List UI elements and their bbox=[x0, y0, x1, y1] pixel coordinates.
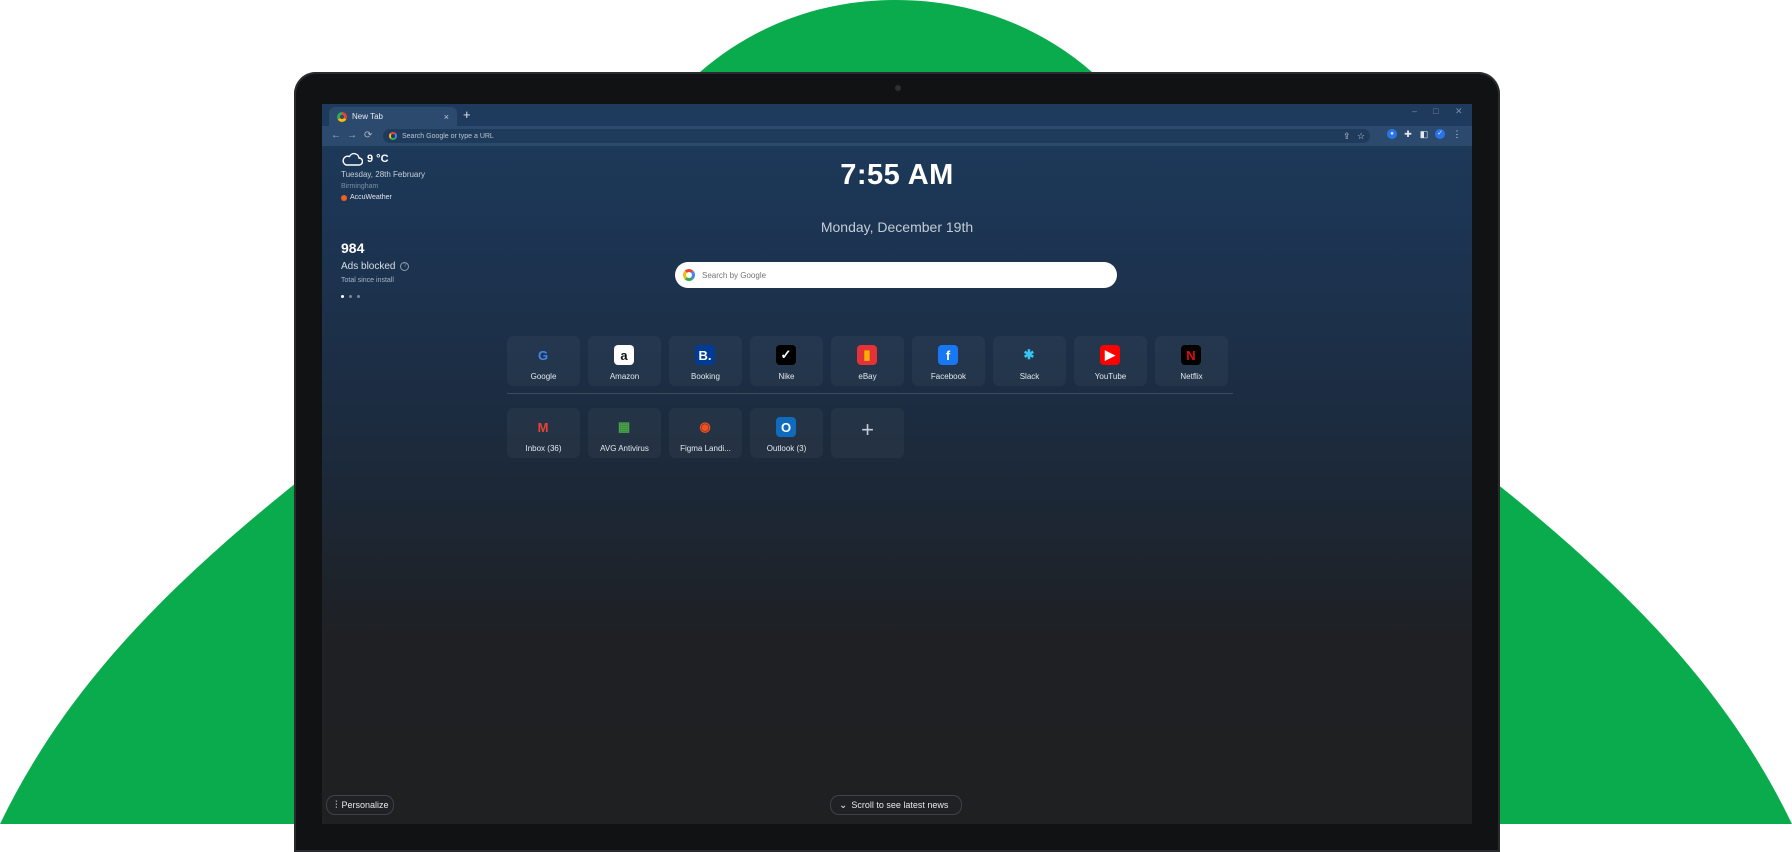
search-input[interactable] bbox=[700, 269, 1104, 281]
google-icon bbox=[683, 269, 695, 281]
carousel-dot[interactable] bbox=[357, 295, 360, 298]
scroll-news-label: Scroll to see latest news bbox=[851, 800, 949, 810]
nike-icon: ✓ bbox=[776, 345, 796, 365]
puzzle-icon[interactable]: ✚ bbox=[1403, 129, 1413, 139]
shortcut-tile-figma-landi[interactable]: ◉ Figma Landi... bbox=[669, 408, 742, 458]
tab-new-tab[interactable]: New Tab × bbox=[329, 107, 457, 126]
browser-screen: New Tab × + – □ ✕ ← → ⟳ Search Google or… bbox=[322, 104, 1472, 824]
slack-icon: ✱ bbox=[1023, 347, 1035, 362]
shortcut-label: Slack bbox=[1019, 372, 1040, 381]
chrome-icon bbox=[337, 111, 347, 122]
carousel-dot[interactable] bbox=[349, 295, 352, 298]
address-bar[interactable]: Search Google or type a URL ⇪ ☆ bbox=[383, 129, 1370, 143]
shortcut-tile-outlook-3[interactable]: O Outlook (3) bbox=[750, 408, 823, 458]
shortcut-label: eBay bbox=[858, 372, 877, 381]
carousel-dot[interactable] bbox=[341, 295, 344, 298]
shortcut-row-bottom: M Inbox (36) ▦ AVG Antivirus ◉ Figma Landi...… bbox=[507, 408, 1233, 458]
shortcut-label: Facebook bbox=[930, 372, 967, 381]
profile-icon[interactable]: ✓ bbox=[1435, 129, 1445, 139]
shield-icon[interactable]: ● bbox=[1387, 129, 1397, 139]
clock-date: Monday, December 19th bbox=[820, 219, 974, 235]
google-icon: G bbox=[537, 347, 549, 363]
clock-time: 7:55 AM bbox=[840, 159, 954, 191]
shortcut-tile-inbox-36[interactable]: M Inbox (36) bbox=[507, 408, 580, 458]
shortcut-tile-nike[interactable]: ✓ Nike bbox=[750, 336, 823, 386]
shortcut-tile-booking[interactable]: B. Booking bbox=[669, 336, 742, 386]
shortcut-divider bbox=[507, 393, 1233, 394]
shortcut-tile-avg-antivirus[interactable]: ▦ AVG Antivirus bbox=[588, 408, 661, 458]
tab-title: New Tab bbox=[352, 112, 383, 121]
google-icon bbox=[389, 132, 397, 140]
shortcut-label: YouTube bbox=[1094, 372, 1127, 381]
figma-landi-icon: ◉ bbox=[699, 419, 711, 434]
shortcut-label: Outlook (3) bbox=[766, 444, 807, 453]
forward-icon[interactable]: → bbox=[347, 128, 357, 144]
facebook-icon: f bbox=[938, 345, 958, 365]
add-shortcut-button[interactable]: + bbox=[831, 408, 904, 458]
shortcut-tile-ebay[interactable]: ▮ eBay bbox=[831, 336, 904, 386]
google-search-box[interactable] bbox=[675, 262, 1117, 288]
minimize-icon[interactable]: – bbox=[1412, 106, 1417, 116]
share-icon[interactable]: ⇪ bbox=[1343, 129, 1351, 143]
amazon-icon: a bbox=[614, 345, 634, 365]
sidepanel-icon[interactable]: ◧ bbox=[1419, 129, 1429, 139]
address-bar-placeholder: Search Google or type a URL bbox=[402, 132, 494, 140]
shortcut-tile-youtube[interactable]: ▶ YouTube bbox=[1074, 336, 1147, 386]
shortcut-tile-amazon[interactable]: a Amazon bbox=[588, 336, 661, 386]
outlook-3-icon: O bbox=[776, 417, 796, 437]
menu-icon[interactable]: ⋮ bbox=[1452, 129, 1462, 139]
shortcut-tile-facebook[interactable]: f Facebook bbox=[912, 336, 985, 386]
netflix-icon: N bbox=[1181, 345, 1201, 365]
shortcut-tile-slack[interactable]: ✱ Slack bbox=[993, 336, 1066, 386]
ads-blocked-text: Ads blocked bbox=[341, 261, 396, 272]
shortcut-tile-google[interactable]: G Google bbox=[507, 336, 580, 386]
accuweather-icon bbox=[341, 194, 347, 201]
ebay-icon: ▮ bbox=[857, 345, 877, 365]
new-tab-button[interactable]: + bbox=[463, 106, 471, 124]
personalize-label: Personalize bbox=[341, 800, 389, 810]
shortcut-label: AVG Antivirus bbox=[600, 444, 649, 453]
youtube-icon: ▶ bbox=[1100, 345, 1120, 365]
shortcut-grid: G Google a Amazon B. Booking ✓ Nike ▮ eBay f Facebo… bbox=[507, 336, 1233, 458]
weather-provider-label: AccuWeather bbox=[350, 194, 392, 201]
avg-antivirus-icon: ▦ bbox=[617, 419, 631, 434]
ads-blocked-label: Ads blocked? bbox=[341, 261, 410, 272]
shortcut-label: Amazon bbox=[609, 372, 640, 381]
shortcut-row-top: G Google a Amazon B. Booking ✓ Nike ▮ eBay f Facebo… bbox=[507, 336, 1233, 386]
ads-blocked-count: 984 bbox=[341, 240, 365, 256]
carousel-dots bbox=[341, 295, 409, 298]
shortcut-label: Nike bbox=[778, 372, 795, 381]
booking-icon: B. bbox=[695, 345, 715, 365]
help-icon[interactable]: ? bbox=[400, 262, 410, 271]
star-icon[interactable]: ☆ bbox=[1357, 129, 1365, 143]
ads-blocked-subtitle: Total since install bbox=[341, 277, 394, 284]
ads-blocked-widget: 984 Ads blocked? Total since install bbox=[341, 240, 410, 298]
shortcut-label: Inbox (36) bbox=[525, 444, 562, 453]
reload-icon[interactable]: ⟳ bbox=[364, 128, 372, 144]
chevron-down-icon: ⌄ bbox=[839, 799, 848, 811]
inbox-36-icon: M bbox=[537, 419, 549, 435]
sliders-icon: ⫶ bbox=[335, 799, 338, 811]
shortcut-label: Figma Landi... bbox=[680, 444, 731, 453]
browser-toolbar: ← → ⟳ Search Google or type a URL ⇪ ☆ ● … bbox=[322, 126, 1472, 146]
maximize-icon[interactable]: □ bbox=[1433, 106, 1438, 116]
shortcut-label: Booking bbox=[691, 372, 720, 381]
tab-bar: New Tab × + – □ ✕ bbox=[322, 104, 1472, 126]
back-icon[interactable]: ← bbox=[331, 128, 341, 144]
scroll-news-button[interactable]: ⌄ Scroll to see latest news bbox=[830, 795, 962, 815]
plus-icon: + bbox=[861, 417, 874, 442]
tab-close-icon[interactable]: × bbox=[444, 112, 449, 122]
shortcut-label: Netflix bbox=[1180, 372, 1203, 381]
shortcut-tile-netflix[interactable]: N Netflix bbox=[1155, 336, 1228, 386]
camera bbox=[895, 85, 901, 91]
personalize-button[interactable]: ⫶ Personalize bbox=[326, 795, 394, 815]
shortcut-label: Google bbox=[530, 372, 557, 381]
weather-provider[interactable]: AccuWeather bbox=[341, 194, 425, 201]
close-window-icon[interactable]: ✕ bbox=[1455, 106, 1463, 117]
